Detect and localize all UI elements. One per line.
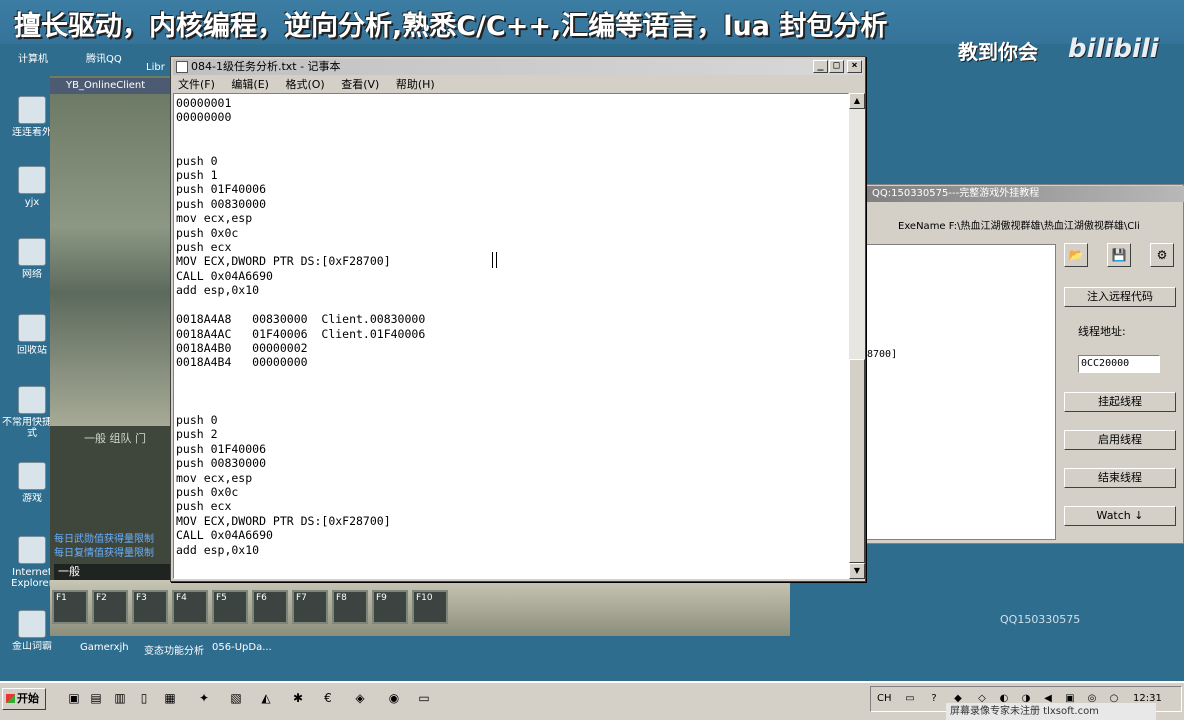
chat-message: 每日复情值获得量限制 — [54, 548, 154, 559]
minimize-button[interactable]: _ — [813, 60, 828, 73]
quicklaunch-recorder-icon[interactable]: ▧ — [228, 690, 244, 706]
close-button[interactable]: × — [847, 60, 862, 73]
desktop-icon-qq-label[interactable]: 腾讯QQ — [86, 50, 122, 65]
chat-channel[interactable]: 一般 — [54, 564, 172, 580]
tool-output-list[interactable]: 8700] — [866, 244, 1056, 540]
quicklaunch-doc-icon[interactable]: ▯ — [136, 690, 152, 706]
app-icon — [18, 96, 46, 124]
skill-slot[interactable]: F3 — [132, 590, 168, 624]
start-button[interactable]: 开始 — [2, 688, 46, 710]
quicklaunch-notepad-icon[interactable]: ▭ — [416, 690, 432, 706]
banner-subline: 教到你会 — [958, 40, 1038, 64]
vertical-scrollbar[interactable]: ▲ ▼ — [849, 93, 865, 579]
notepad-text-area[interactable]: 00000001 00000000 push 0 push 1 push 01F… — [173, 93, 849, 579]
tool-window-title: QQ:150330575---完整游戏外挂教程 — [866, 186, 1184, 202]
notepad-window[interactable]: 084-1级任务分析.txt - 记事本 _ □ × 文件(F) 编辑(E) 格… — [170, 56, 866, 582]
quicklaunch-folder-icon[interactable]: ▤ — [88, 690, 104, 706]
desktop-icon-computer-label[interactable]: 计算机 — [18, 50, 48, 65]
list-text-fragment: 8700] — [867, 349, 898, 360]
thread-address-input[interactable]: 0CC20000 — [1078, 355, 1160, 373]
skill-slot[interactable]: F7 — [292, 590, 328, 624]
skill-slot[interactable]: F9 — [372, 590, 408, 624]
notepad-title: 084-1级任务分析.txt - 记事本 — [191, 60, 341, 73]
skill-slot[interactable]: F4 — [172, 590, 208, 624]
skill-slot[interactable]: F2 — [92, 590, 128, 624]
save-icon[interactable]: 💾 — [1107, 243, 1131, 267]
notepad-menubar: 文件(F) 编辑(E) 格式(O) 查看(V) 帮助(H) — [173, 76, 863, 93]
chat-tabs[interactable]: 一般 组队 门 — [50, 426, 172, 446]
bilibili-logo: bilibili — [1068, 34, 1159, 64]
recorder-watermark: 屏幕录像专家未注册 tlxsoft.com — [946, 703, 1156, 720]
ime-indicator[interactable]: CH — [877, 693, 892, 704]
internet-explorer-icon — [18, 536, 46, 564]
network-icon — [18, 238, 46, 266]
notepad-app-icon — [176, 61, 188, 73]
notepad-content: 00000001 00000000 push 0 push 1 push 01F… — [176, 96, 426, 557]
quicklaunch-game-icon[interactable]: ◈ — [352, 690, 368, 706]
game-chat-panel[interactable]: 一般 组队 门 每日武勋值获得量限制 每日复情值获得量限制 一般 — [50, 426, 172, 586]
end-thread-button[interactable]: 结束线程 — [1064, 468, 1176, 488]
quicklaunch-chart-icon[interactable]: ◭ — [258, 690, 274, 706]
desktop-icon-libr-label[interactable]: Libr — [146, 62, 165, 73]
keyboard-icon[interactable]: ▭ — [903, 692, 917, 706]
folder-icon — [18, 166, 46, 194]
game-window-title: YB_OnlineClient — [50, 78, 172, 94]
thread-address-label: 线程地址: — [1078, 325, 1126, 338]
folder-icon — [18, 386, 46, 414]
quicklaunch-currency-icon[interactable]: € — [320, 690, 336, 706]
recycle-bin-icon — [18, 314, 46, 342]
quicklaunch-qq-icon[interactable]: ◉ — [386, 690, 402, 706]
open-folder-icon[interactable]: 📂 — [1064, 243, 1088, 267]
settings-gear-icon[interactable]: ⚙ — [1150, 243, 1174, 267]
quicklaunch-tool-icon[interactable]: ✦ — [196, 690, 212, 706]
desktop-icon-update[interactable]: 056-UpDa... — [212, 642, 272, 653]
quicklaunch-bug-icon[interactable]: ✱ — [290, 690, 306, 706]
quicklaunch-explorer-icon[interactable]: ▥ — [112, 690, 128, 706]
desktop-icon-gamerxjh[interactable]: Gamerxjh — [80, 642, 129, 653]
menu-file[interactable]: 文件(F) — [178, 78, 215, 91]
scrollbar-thumb[interactable] — [849, 359, 865, 563]
menu-help[interactable]: 帮助(H) — [396, 78, 435, 91]
scroll-down-arrow-icon[interactable]: ▼ — [849, 563, 865, 579]
quicklaunch-desktop-icon[interactable]: ▣ — [66, 690, 82, 706]
skill-slot[interactable]: F1 — [52, 590, 88, 624]
desktop-icon-analysis[interactable]: 变态功能分析 — [144, 642, 204, 657]
ibeam-cursor-icon — [492, 252, 497, 268]
notepad-titlebar[interactable]: 084-1级任务分析.txt - 记事本 _ □ × — [173, 59, 863, 75]
exe-name-label: ExeName F:\热血江湖傲视群雄\热血江湖傲视群雄\Cli — [898, 221, 1140, 232]
skill-slot[interactable]: F10 — [412, 590, 448, 624]
skill-slot[interactable]: F8 — [332, 590, 368, 624]
folder-icon — [18, 462, 46, 490]
scroll-up-arrow-icon[interactable]: ▲ — [849, 93, 865, 109]
menu-view[interactable]: 查看(V) — [341, 78, 379, 91]
menu-edit[interactable]: 编辑(E) — [231, 78, 269, 91]
quicklaunch-app-icon[interactable]: ▦ — [162, 690, 178, 706]
qq-number-label: QQ150330575 — [1000, 613, 1081, 626]
help-icon[interactable]: ? — [927, 692, 941, 706]
banner-headline: 擅长驱动，内核编程，逆向分析,熟悉C/C++,汇编等语言，lua 封包分析 — [14, 11, 888, 42]
inject-remote-code-button[interactable]: 注入远程代码 — [1064, 287, 1176, 307]
menu-format[interactable]: 格式(O) — [285, 78, 324, 91]
maximize-button[interactable]: □ — [829, 60, 844, 73]
skill-slot[interactable]: F6 — [252, 590, 288, 624]
desktop-icon-label: 金山词霸 — [12, 641, 52, 652]
resume-thread-button[interactable]: 启用线程 — [1064, 430, 1176, 450]
game-scene[interactable] — [50, 94, 172, 426]
suspend-thread-button[interactable]: 挂起线程 — [1064, 392, 1176, 412]
watch-button[interactable]: Watch ↓ — [1064, 506, 1176, 526]
dictionary-icon — [18, 610, 46, 638]
chat-message: 每日武勋值获得量限制 — [54, 534, 154, 545]
skill-slot[interactable]: F5 — [212, 590, 248, 624]
